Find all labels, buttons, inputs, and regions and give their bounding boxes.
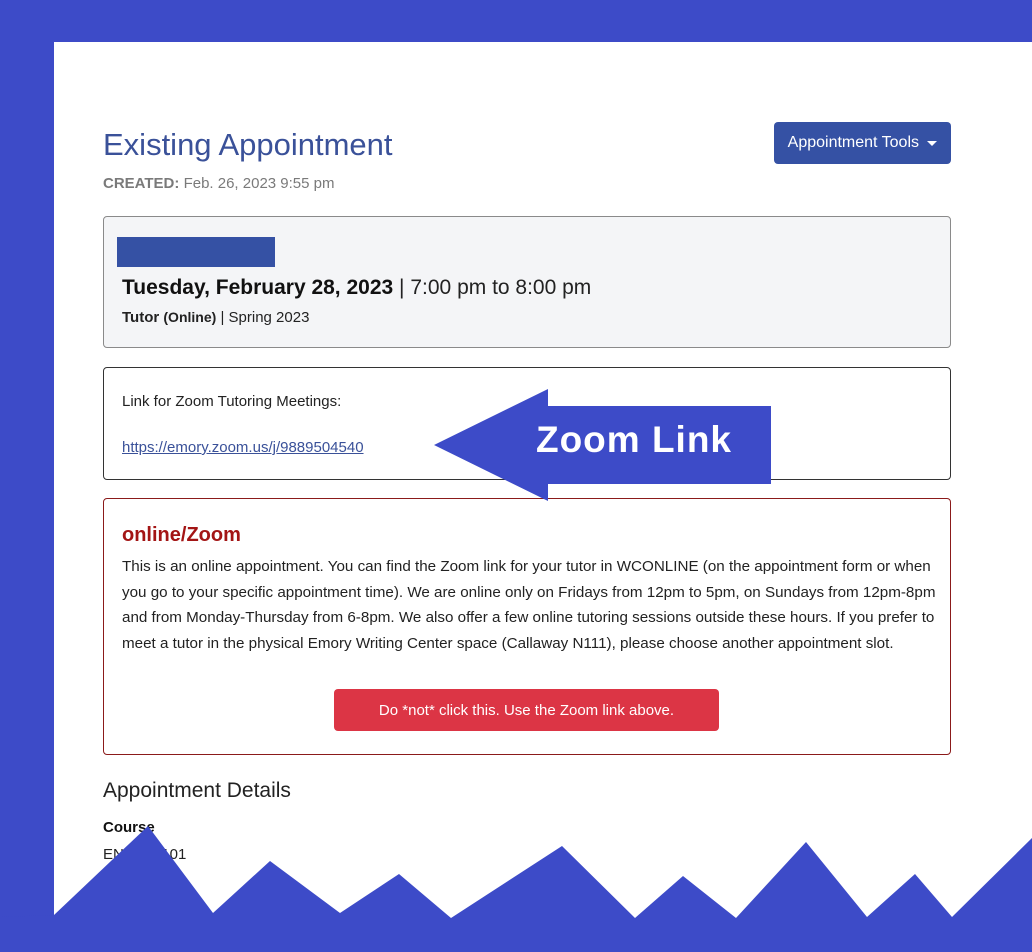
appointment-details-heading: Appointment Details xyxy=(103,779,291,802)
appointment-time: 7:00 pm to 8:00 pm xyxy=(410,276,592,299)
appointment-role: Tutor xyxy=(122,309,160,326)
notice-body: This is an online appointment. You can f… xyxy=(122,558,936,652)
do-not-click-button[interactable]: Do *not* click this. Use the Zoom link a… xyxy=(334,689,719,731)
created-timestamp: CREATED: Feb. 26, 2023 9:55 pm xyxy=(103,175,335,192)
appointment-tools-button[interactable]: Appointment Tools xyxy=(773,122,951,164)
appointment-term: Spring 2023 xyxy=(228,309,310,326)
appointment-summary: Tuesday, February 28, 2023 | 7:00 pm to … xyxy=(103,216,951,348)
appointment-date: Tuesday, February 28, 2023 xyxy=(122,276,394,299)
created-value: Feb. 26, 2023 9:55 pm xyxy=(183,175,335,192)
zoom-link-callout: Zoom Link xyxy=(434,389,771,501)
appointment-schedule: Tutor (Online) | Spring 2023 xyxy=(122,309,309,326)
page-title: Existing Appointment xyxy=(103,127,393,162)
page-panel: Existing Appointment Appointment Tools C… xyxy=(54,42,1032,952)
appointment-tools-label: Appointment Tools xyxy=(787,134,919,151)
online-notice: online/Zoom This is an online appointmen… xyxy=(103,498,951,755)
caret-down-icon xyxy=(927,140,937,146)
created-label: CREATED: xyxy=(103,175,180,192)
course-label: Course xyxy=(103,819,155,836)
datetime-separator: | xyxy=(399,276,405,299)
callout-label: Zoom Link xyxy=(535,419,733,460)
appointment-datetime: Tuesday, February 28, 2023 | 7:00 pm to … xyxy=(122,276,591,300)
redacted-block xyxy=(117,237,275,267)
course-value: ENGRD 101 xyxy=(103,846,187,863)
appointment-mode: (Online) xyxy=(163,309,217,325)
notice-title: online/Zoom xyxy=(122,524,241,546)
schedule-separator: | xyxy=(220,309,225,326)
zoom-link[interactable]: https://emory.zoom.us/j/9889504540 xyxy=(122,439,364,456)
zoom-link-label: Link for Zoom Tutoring Meetings: xyxy=(122,393,342,410)
